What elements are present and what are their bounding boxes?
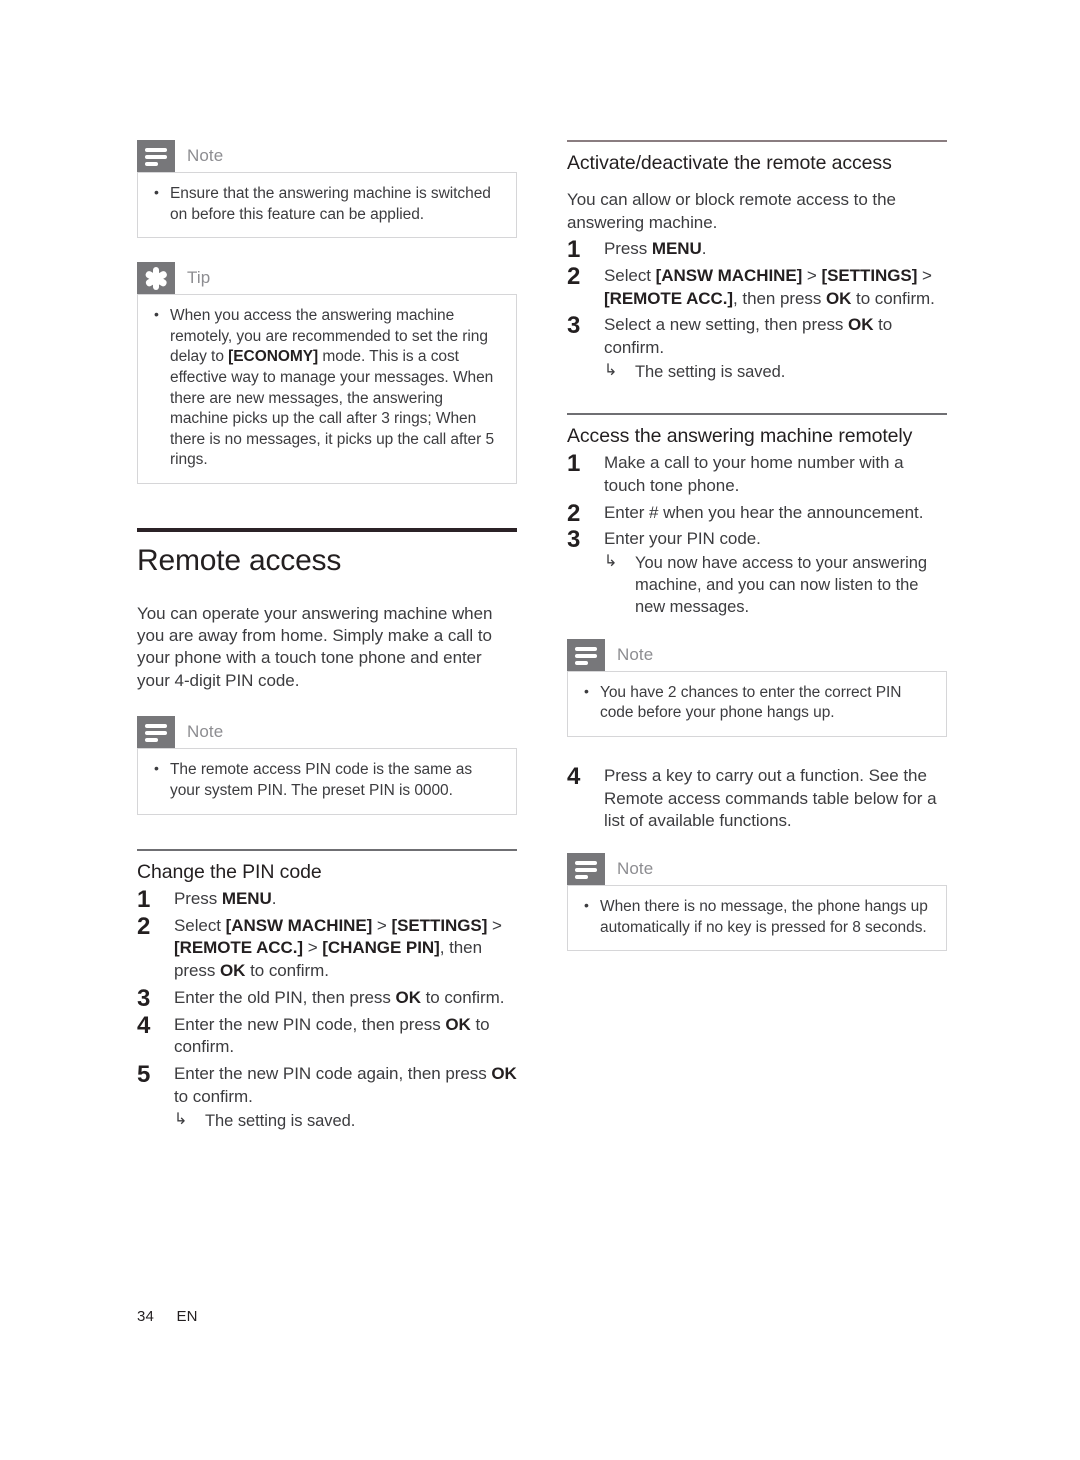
- page-language: EN: [176, 1308, 198, 1325]
- tip-icon: [137, 262, 175, 295]
- arrow-icon: ↳: [604, 361, 618, 379]
- manual-page: Note Ensure that the answering machine i…: [0, 0, 1080, 1460]
- callout-note-switched-on: Note Ensure that the answering machine i…: [137, 140, 517, 239]
- callout-header: Note: [567, 638, 947, 671]
- callout-label: Note: [187, 146, 224, 165]
- callout-item: When there is no message, the phone hang…: [582, 896, 932, 938]
- callout-header: Note: [137, 140, 517, 172]
- step-result: ↳ You now have access to your answering …: [604, 552, 947, 618]
- heading-activate-remote-access: Activate/deactivate the remote access: [567, 152, 892, 174]
- note-icon: [137, 140, 175, 172]
- step-text: Enter the new PIN code, then press OK to…: [174, 1014, 490, 1057]
- callout-item: You have 2 chances to enter the correct …: [582, 682, 932, 724]
- step-text: Select a new setting, then press OK to c…: [604, 315, 893, 358]
- callout-body: When you access the answering machine re…: [137, 294, 517, 485]
- left-column: Note Ensure that the answering machine i…: [137, 140, 517, 1132]
- step-result-text: The setting is saved.: [205, 1111, 356, 1130]
- arrow-icon: ↳: [174, 1110, 188, 1128]
- step-text: Enter your PIN code.: [604, 529, 761, 549]
- arrow-icon: ↳: [604, 553, 618, 571]
- section-rule: [137, 528, 517, 533]
- step-text: Select [ANSW MACHINE] > [SETTINGS] > [RE…: [604, 265, 935, 308]
- step-item: 2 Enter # when you hear the announcement…: [567, 500, 947, 527]
- step-text: Press MENU.: [604, 239, 707, 259]
- step-item: 3 Enter the old PIN, then press OK to co…: [137, 985, 517, 1012]
- step-text: Enter the new PIN code again, then press…: [174, 1064, 517, 1106]
- step-item: 1 Press MENU.: [567, 236, 947, 263]
- step-item: 2 Select [ANSW MACHINE] > [SETTINGS] > […: [137, 913, 517, 983]
- note-icon: [567, 853, 605, 886]
- activate-intro: You can allow or block remote access to …: [567, 190, 896, 232]
- callout-item: The remote access PIN code is the same a…: [152, 759, 502, 801]
- callout-label: Note: [187, 722, 224, 742]
- callout-note-preset-pin: Note The remote access PIN code is the s…: [137, 716, 517, 815]
- callout-note-pin-chances: Note You have 2 chances to enter the cor…: [567, 638, 947, 737]
- callout-body: You have 2 chances to enter the correct …: [567, 670, 947, 737]
- steps-change-pin: 1 Press MENU. 2 Select [ANSW MACHINE] > …: [137, 886, 517, 1132]
- step-number: 1: [567, 450, 581, 478]
- callout-note-auto-hangup: Note When there is no message, the phone…: [567, 853, 947, 952]
- page-number: 34: [137, 1308, 155, 1325]
- step-text: Select [ANSW MACHINE] > [SETTINGS] > [RE…: [174, 915, 502, 981]
- steps-activate: 1 Press MENU. 2 Select [ANSW MACHINE] > …: [567, 236, 947, 383]
- step-text: Press MENU.: [174, 888, 277, 908]
- step-number: 3: [567, 312, 581, 340]
- callout-label: Tip: [187, 268, 211, 288]
- step-text: Enter # when you hear the announcement.: [604, 502, 924, 522]
- callout-tip-economy: Tip When you access the answering machin…: [137, 262, 517, 485]
- callout-body: Ensure that the answering machine is swi…: [137, 172, 517, 239]
- callout-label: Note: [617, 859, 654, 879]
- callout-item: When you access the answering machine re…: [152, 305, 502, 471]
- step-item: 3 Enter your PIN code. ↳ You now have ac…: [567, 526, 947, 618]
- step-number: 4: [567, 762, 581, 790]
- right-column: Activate/deactivate the remote access Yo…: [567, 140, 947, 952]
- callout-body: When there is no message, the phone hang…: [567, 885, 947, 952]
- step-number: 2: [567, 262, 581, 290]
- steps-access-continued: 4 Press a key to carry out a function. S…: [567, 763, 947, 833]
- callout-body: The remote access PIN code is the same a…: [137, 748, 517, 815]
- step-item: 1 Make a call to your home number with a…: [567, 450, 947, 498]
- step-number: 2: [137, 912, 151, 940]
- step-item: 3 Select a new setting, then press OK to…: [567, 312, 947, 383]
- step-number: 5: [137, 1061, 151, 1089]
- callout-label: Note: [617, 644, 654, 664]
- step-item: 5 Enter the new PIN code again, then pre…: [137, 1061, 517, 1132]
- step-text: Make a call to your home number with a t…: [604, 453, 904, 495]
- step-number: 3: [567, 526, 581, 554]
- step-item: 2 Select [ANSW MACHINE] > [SETTINGS] > […: [567, 263, 947, 311]
- callout-header: Note: [567, 853, 947, 886]
- callout-header: Tip: [137, 262, 517, 295]
- step-result-text: The setting is saved.: [635, 362, 786, 381]
- step-item: 4 Enter the new PIN code, then press OK …: [137, 1012, 517, 1060]
- step-text: Enter the old PIN, then press OK to conf…: [174, 987, 505, 1007]
- subsection-rule: [567, 412, 947, 415]
- step-item: 4 Press a key to carry out a function. S…: [567, 763, 947, 833]
- step-result-text: You now have access to your answering ma…: [635, 554, 927, 617]
- subsection-rule: [567, 140, 947, 142]
- callout-header: Note: [137, 716, 517, 749]
- step-result: ↳ The setting is saved.: [604, 361, 947, 383]
- section-intro: You can operate your answering machine w…: [137, 603, 493, 690]
- page-footer: 34 EN: [137, 1308, 198, 1325]
- heading-change-pin: Change the PIN code: [137, 860, 322, 883]
- subsection-rule: [137, 848, 517, 851]
- step-item: 1 Press MENU.: [137, 886, 517, 913]
- step-number: 4: [137, 1011, 151, 1039]
- step-text: Press a key to carry out a function. See…: [604, 765, 937, 831]
- step-result: ↳ The setting is saved.: [174, 1110, 517, 1132]
- note-icon: [567, 638, 605, 671]
- heading-access-remotely: Access the answering machine remotely: [567, 424, 913, 447]
- callout-item: Ensure that the answering machine is swi…: [152, 183, 502, 225]
- steps-access: 1 Make a call to your home number with a…: [567, 450, 947, 618]
- note-icon: [137, 716, 175, 749]
- page-title: Remote access: [137, 544, 342, 578]
